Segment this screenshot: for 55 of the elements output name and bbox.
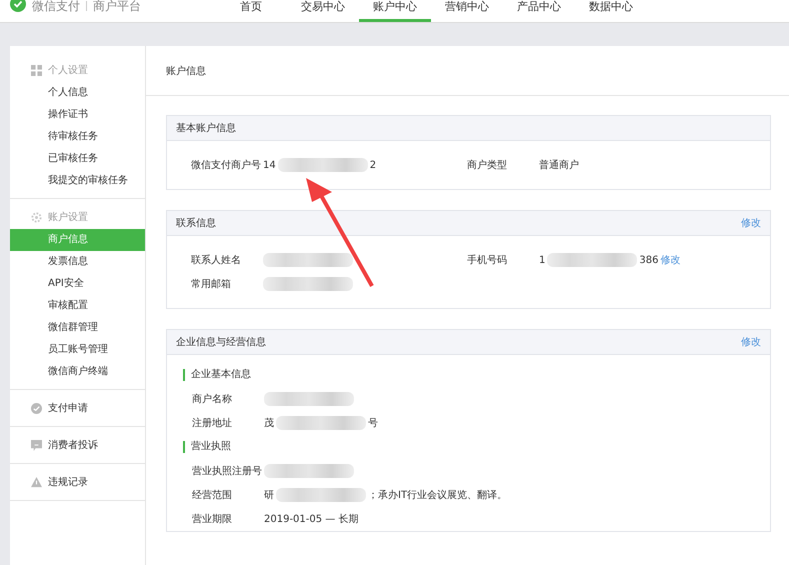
nav-tab[interactable]: 交易中心: [287, 0, 359, 22]
card-title: 基本账户信息: [176, 122, 236, 135]
field-label: 微信支付商户号: [191, 158, 262, 172]
sidebar-item[interactable]: 微信群管理: [10, 317, 145, 339]
field-value: 研: [264, 489, 274, 502]
field-value: 2: [370, 160, 376, 170]
grid-icon: [31, 64, 42, 76]
sidebar-item[interactable]: 发票信息: [10, 251, 145, 273]
subsection-title: 企业基本信息: [191, 369, 251, 380]
field-value: 普通商户: [539, 158, 579, 172]
field-label: 联系人姓名: [191, 254, 242, 267]
field-label: 常用邮箱: [191, 278, 232, 291]
sidebar-item[interactable]: 审核配置: [10, 295, 145, 317]
nav-tab[interactable]: 账户中心: [359, 0, 431, 22]
nav-tab[interactable]: 产品中心: [503, 0, 575, 22]
field-value: 2019-01-05 — 长期: [264, 512, 358, 526]
card-title: 企业信息与经营信息: [176, 336, 266, 349]
check-icon: [31, 402, 42, 414]
sidebar-item[interactable]: 微信商户终端: [10, 361, 145, 383]
sidebar-item[interactable]: 员工账号管理: [10, 339, 145, 361]
field-value: ；承办IT行业会议展览、翻译。: [368, 488, 508, 502]
nav-tab[interactable]: 营销中心: [431, 0, 503, 22]
field-value: 号: [368, 417, 378, 430]
page-title: 账户信息: [166, 66, 206, 77]
sidebar-item[interactable]: 操作证书: [10, 104, 145, 126]
sidebar-item[interactable]: 我提交的审核任务: [10, 170, 145, 192]
gear-icon: [31, 212, 42, 222]
field-value: 14: [263, 160, 276, 170]
sidebar-item[interactable]: 支付申请: [48, 401, 88, 415]
field-value: 386: [639, 254, 658, 266]
field-value: 茂: [264, 416, 274, 430]
sidebar-group-title: 个人设置: [48, 64, 88, 77]
field-label: 注册地址: [192, 416, 233, 430]
sidebar-group-title: 账户设置: [48, 210, 88, 224]
brand-name: 微信支付: [32, 0, 80, 12]
sidebar-item[interactable]: 已审核任务: [10, 148, 145, 170]
nav-tab[interactable]: 首页: [215, 0, 287, 22]
sidebar-item[interactable]: 消费者投诉: [48, 438, 98, 452]
chat-icon: [31, 440, 42, 450]
field-label: 商户类型: [467, 158, 508, 172]
product-name: 商户平台: [93, 0, 141, 12]
nav-tab[interactable]: 数据中心: [575, 0, 647, 22]
field-label: 商户名称: [192, 392, 233, 406]
field-label: 营业期限: [192, 512, 233, 526]
field-value: 1: [539, 254, 546, 266]
sidebar-item[interactable]: 待审核任务: [10, 126, 145, 148]
subsection-title: 营业执照: [191, 441, 231, 452]
sidebar-item[interactable]: 个人信息: [10, 82, 145, 104]
field-label: 手机号码: [467, 254, 508, 267]
card-title: 联系信息: [176, 216, 216, 230]
field-label: 营业执照注册号: [192, 464, 263, 478]
sidebar-item[interactable]: 违规记录: [48, 475, 88, 489]
warning-icon: [31, 476, 42, 488]
field-label: 经营范围: [192, 488, 233, 502]
sidebar-item[interactable]: API安全: [10, 273, 145, 295]
